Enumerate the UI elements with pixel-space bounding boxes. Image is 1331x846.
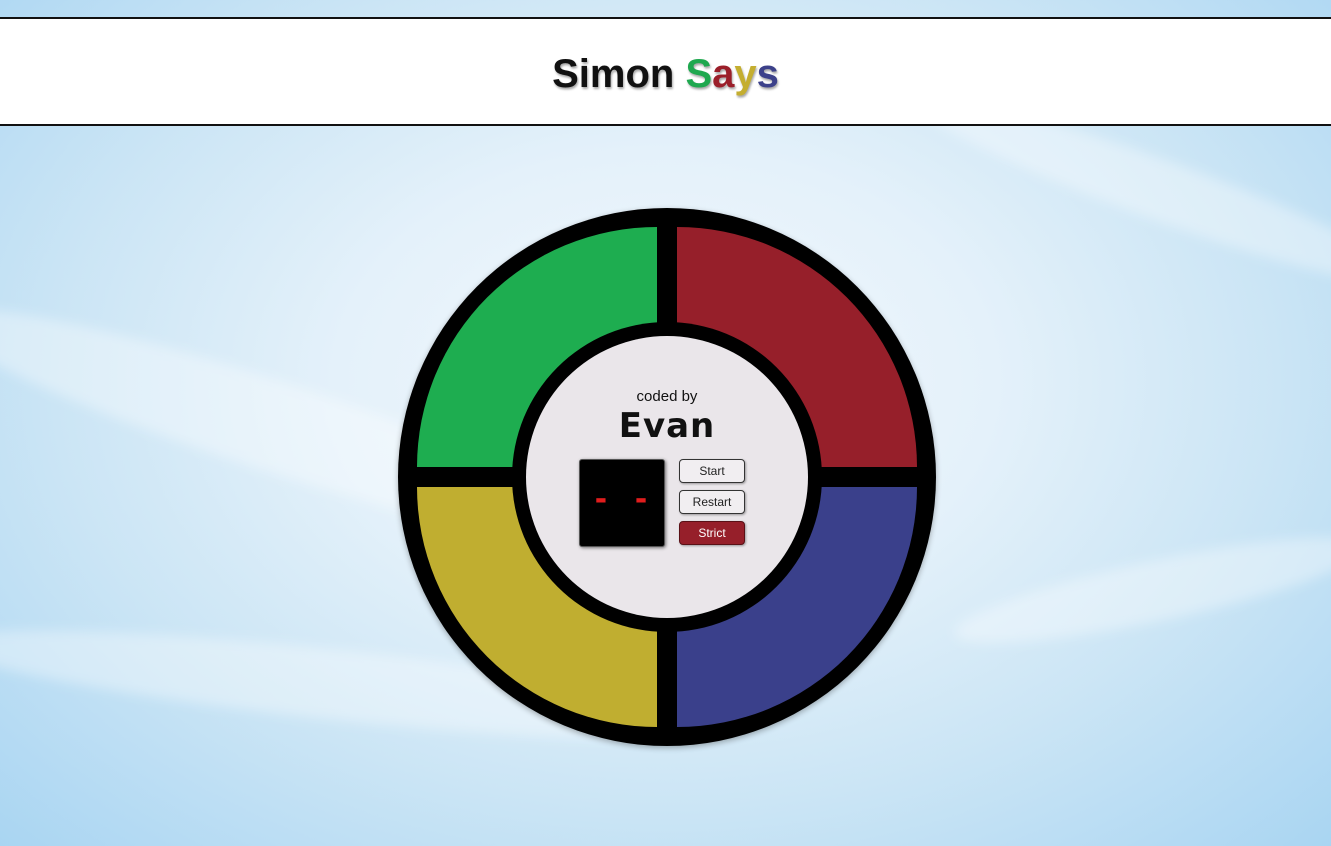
background-streak bbox=[948, 516, 1331, 664]
title-letter: a bbox=[712, 52, 735, 96]
title-letter: s bbox=[756, 52, 779, 96]
title-letter: S bbox=[685, 52, 713, 96]
count-display-value: - - bbox=[591, 482, 653, 517]
strict-button[interactable]: Strict bbox=[679, 521, 745, 545]
credit-label: coded by bbox=[636, 388, 698, 405]
header-bar: Simon Says bbox=[0, 17, 1331, 126]
simon-board: coded by Evan - - Start Restart Strict bbox=[398, 208, 936, 746]
page-title: Simon Says bbox=[0, 51, 1331, 97]
author-name: Evan bbox=[618, 406, 716, 446]
center-ring: coded by Evan - - Start Restart Strict bbox=[512, 322, 822, 632]
control-panel: coded by Evan - - Start Restart Strict bbox=[526, 336, 808, 618]
title-word-says: Says bbox=[685, 52, 778, 96]
title-letter: y bbox=[734, 52, 757, 96]
count-display: - - bbox=[579, 459, 665, 547]
title-word-simon: Simon bbox=[552, 52, 675, 96]
start-button[interactable]: Start bbox=[679, 459, 745, 483]
restart-button[interactable]: Restart bbox=[679, 490, 745, 514]
